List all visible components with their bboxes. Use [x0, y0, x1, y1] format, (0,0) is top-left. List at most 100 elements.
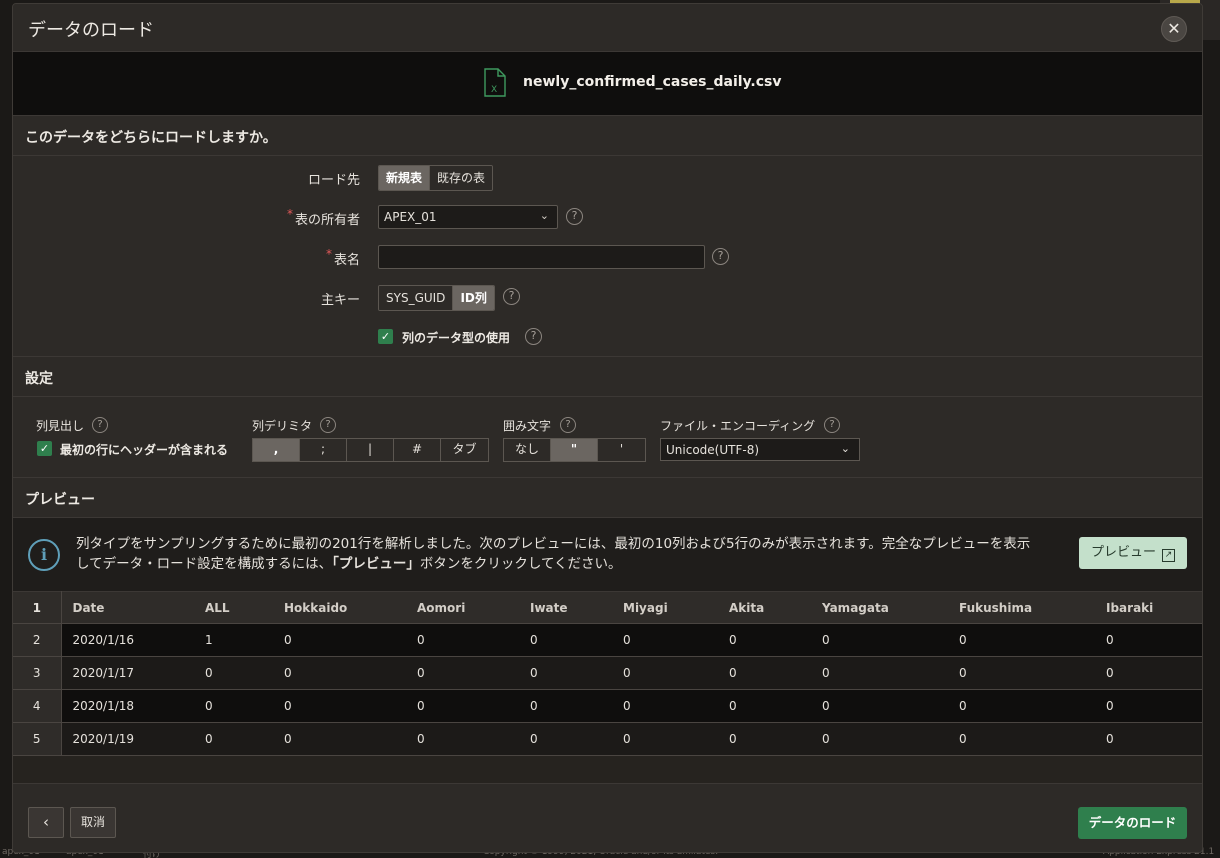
preview-table: 1 Date ALL Hokkaido Aomori Iwate Miyagi …	[13, 591, 1202, 756]
settings-panel: 列見出し ? ✓ 最初の行にヘッダーが含まれる 列デリミタ ? , ; | # …	[13, 397, 1202, 478]
help-icon[interactable]: ?	[560, 417, 576, 433]
table-cell: 0	[612, 689, 718, 723]
column-header: Aomori	[406, 591, 519, 624]
info-text-bold: 「プレビュー」	[332, 556, 420, 572]
close-icon: ✕	[1167, 19, 1181, 38]
help-icon[interactable]: ?	[92, 417, 108, 433]
table-cell: 0	[406, 623, 519, 657]
column-header: Ibaraki	[1095, 591, 1202, 624]
table-cell: 0	[406, 689, 519, 723]
table-cell: 0	[811, 722, 948, 756]
enclosed-by-none[interactable]: なし	[504, 439, 551, 461]
file-banner: X newly_confirmed_cases_daily.csv	[13, 52, 1202, 116]
table-owner-label-text: 表の所有者	[294, 213, 360, 228]
row-number-cell: 3	[13, 656, 62, 690]
table-cell: 0	[1095, 656, 1202, 690]
table-row: 2 2020/1/16 1 0 0 0 0 0 0 0 0	[13, 623, 1202, 657]
table-cell: 0	[948, 689, 1095, 723]
table-bottom-space	[13, 756, 1202, 784]
table-cell: 0	[519, 689, 612, 723]
enclosed-by-double-quote[interactable]: "	[551, 439, 598, 461]
table-cell: 2020/1/19	[61, 722, 194, 756]
column-header: Akita	[718, 591, 811, 624]
enclosed-by-single-quote[interactable]: '	[598, 439, 645, 461]
cancel-button[interactable]: 取消	[70, 807, 116, 838]
help-icon[interactable]: ?	[525, 328, 542, 345]
close-button[interactable]: ✕	[1161, 16, 1187, 42]
load-target-new-table[interactable]: 新規表	[379, 166, 431, 190]
first-row-header-checkbox[interactable]: ✓	[37, 441, 52, 456]
column-headers-label: 列見出し	[36, 419, 85, 433]
load-data-button[interactable]: データのロード	[1078, 807, 1187, 839]
load-target-toggle: 新規表 既存の表	[378, 165, 494, 191]
table-owner-row: * 表の所有者 APEX_01 ⌄ ?	[13, 205, 1202, 231]
table-cell: 0	[948, 656, 1095, 690]
dialog-titlebar: データのロード ✕	[13, 4, 1202, 52]
delimiter-tab[interactable]: タブ	[441, 439, 488, 461]
load-target-existing-table[interactable]: 既存の表	[430, 166, 493, 190]
table-cell: 0	[519, 656, 612, 690]
help-icon[interactable]: ?	[503, 288, 520, 305]
svg-text:X: X	[491, 85, 497, 95]
back-button[interactable]: ‹	[28, 807, 64, 838]
table-cell: 0	[718, 656, 811, 690]
use-column-types-label: 列のデータ型の使用	[402, 331, 511, 345]
table-header-row: 1 Date ALL Hokkaido Aomori Iwate Miyagi …	[13, 591, 1202, 624]
delimiter-hash[interactable]: #	[394, 439, 441, 461]
column-header: Date	[61, 591, 194, 624]
table-cell: 1	[194, 623, 273, 657]
table-row: 4 2020/1/18 0 0 0 0 0 0 0 0 0	[13, 689, 1202, 723]
enclosed-by-label: 囲み文字	[503, 419, 552, 433]
chevron-left-icon: ‹	[43, 813, 49, 831]
table-owner-select[interactable]: APEX_01 ⌄	[378, 205, 558, 229]
destination-form: ロード先 新規表 既存の表 * 表の所有者 APEX_01 ⌄ ? * 表名 ? 主…	[13, 156, 1202, 357]
help-icon[interactable]: ?	[566, 208, 583, 225]
help-icon[interactable]: ?	[320, 417, 336, 433]
table-cell: 0	[612, 623, 718, 657]
table-name-input[interactable]	[378, 245, 705, 269]
delimiter-pipe[interactable]: |	[347, 439, 394, 461]
table-row: 3 2020/1/17 0 0 0 0 0 0 0 0 0	[13, 656, 1202, 690]
table-cell: 0	[948, 623, 1095, 657]
info-icon: i	[28, 539, 60, 571]
first-row-header-label: 最初の行にヘッダーが含まれる	[60, 443, 229, 457]
dialog-title: データのロード	[28, 20, 154, 41]
row-number-cell: 2	[13, 623, 62, 657]
table-cell: 0	[406, 656, 519, 690]
help-icon[interactable]: ?	[712, 248, 729, 265]
table-cell: 0	[1095, 623, 1202, 657]
enclosed-by-toggle: なし " '	[503, 438, 646, 462]
column-header: ALL	[194, 591, 273, 624]
delimiter-semicolon[interactable]: ;	[300, 439, 347, 461]
help-icon[interactable]: ?	[824, 417, 840, 433]
use-column-types-row: ✓ 列のデータ型の使用 ?	[13, 325, 1202, 351]
delimiter-comma[interactable]: ,	[253, 439, 300, 461]
encoding-select[interactable]: Unicode(UTF-8) ⌄	[660, 438, 860, 461]
settings-heading: 設定	[13, 357, 1202, 397]
preview-button[interactable]: プレビュー ↗	[1079, 537, 1187, 569]
chevron-down-icon: ⌄	[840, 442, 850, 455]
table-cell: 0	[273, 623, 406, 657]
required-marker: *	[325, 247, 332, 261]
preview-heading: プレビュー	[13, 478, 1202, 518]
column-header: Hokkaido	[273, 591, 406, 624]
primary-key-label: 主キー	[320, 293, 360, 308]
info-text-line-1: 列タイプをサンプリングするために最初の201行を解析しました。次のプレビューには…	[76, 536, 1031, 552]
load-data-dialog: データのロード ✕ X newly_confirmed_cases_daily.…	[12, 3, 1203, 853]
table-cell: 2020/1/18	[61, 689, 194, 723]
table-cell: 0	[1095, 689, 1202, 723]
preview-table-body: 2 2020/1/16 1 0 0 0 0 0 0 0 0 3 2020/1/17 0 0 0 0 0 0 0 0 0 4 2…	[13, 623, 1202, 756]
table-cell: 0	[948, 722, 1095, 756]
table-name-label: * 表名	[325, 247, 360, 268]
primary-key-identity-column[interactable]: ID列	[453, 286, 494, 310]
table-cell: 0	[811, 623, 948, 657]
table-cell: 0	[519, 623, 612, 657]
load-target-row: ロード先 新規表 既存の表	[13, 165, 1202, 191]
use-column-types-checkbox[interactable]: ✓	[378, 329, 393, 344]
required-marker: *	[286, 207, 293, 221]
primary-key-sys-guid[interactable]: SYS_GUID	[379, 286, 454, 310]
table-cell: 0	[718, 689, 811, 723]
table-name-label-text: 表名	[333, 253, 360, 268]
row-number-header: 1	[13, 591, 62, 624]
column-header: Miyagi	[612, 591, 718, 624]
